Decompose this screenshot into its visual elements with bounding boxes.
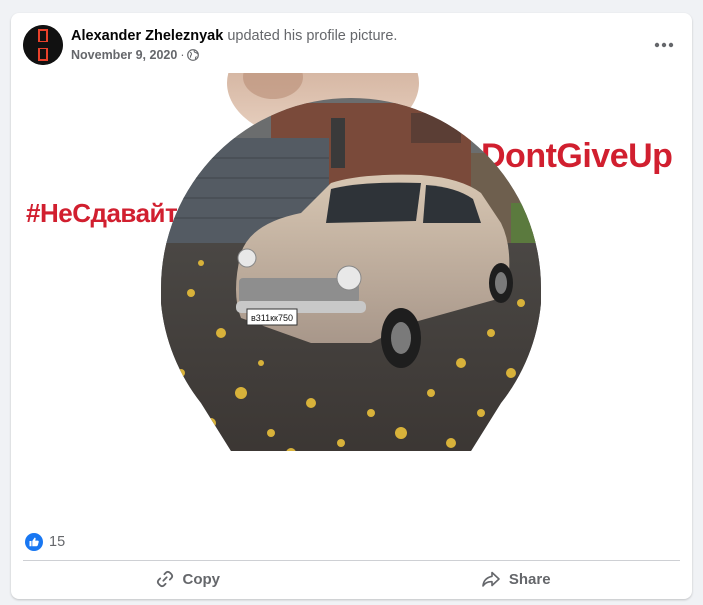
profile-picture-media[interactable]: #НеСдавайт DontGiveUp в311кк750 bbox=[11, 73, 692, 522]
share-button[interactable]: Share bbox=[352, 561, 681, 597]
like-icon[interactable] bbox=[25, 533, 43, 551]
share-arrow-icon bbox=[482, 571, 500, 587]
link-icon bbox=[156, 570, 173, 588]
more-options-button[interactable] bbox=[648, 29, 680, 61]
post-meta: November 9, 2020 · bbox=[71, 47, 200, 63]
copy-label: Copy bbox=[182, 570, 221, 588]
more-horizontal-icon bbox=[654, 42, 674, 48]
author-name[interactable]: Alexander Zheleznyak bbox=[71, 28, 223, 44]
reaction-count[interactable]: 15 bbox=[49, 533, 65, 551]
post-date[interactable]: November 9, 2020 bbox=[71, 47, 177, 63]
globe-icon[interactable] bbox=[187, 49, 200, 61]
post-action-text: updated his profile picture. bbox=[227, 28, 398, 44]
avatar[interactable] bbox=[23, 25, 63, 65]
post-card: Alexander Zheleznyak updated his profile… bbox=[11, 13, 692, 599]
meta-separator: · bbox=[180, 48, 185, 62]
post-actions: Copy Share bbox=[23, 561, 680, 597]
avatar-logo-icon bbox=[23, 25, 63, 65]
share-label: Share bbox=[508, 570, 551, 588]
copy-button[interactable]: Copy bbox=[23, 561, 352, 597]
license-plate-text: в311кк750 bbox=[251, 313, 293, 323]
reactions-bar: 15 bbox=[11, 522, 692, 560]
post-header: Alexander Zheleznyak updated his profile… bbox=[11, 13, 692, 73]
profile-photo: в311кк750 bbox=[161, 98, 541, 451]
post-author-line: Alexander Zheleznyak updated his profile… bbox=[71, 27, 397, 45]
